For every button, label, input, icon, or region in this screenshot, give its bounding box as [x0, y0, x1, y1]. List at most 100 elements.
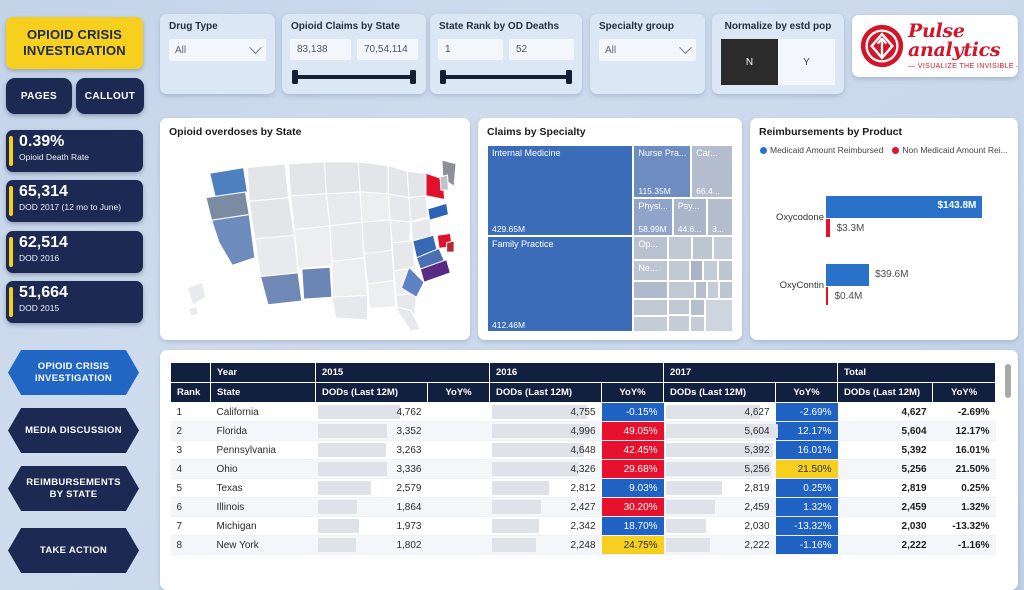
treemap-cell[interactable]: Car...66.4... — [691, 145, 733, 198]
table-vertical-scrollbar[interactable] — [1005, 364, 1011, 398]
table-row[interactable]: 1California4,7624,755-0.15%4,627-2.69%4,… — [171, 403, 996, 422]
table-row[interactable]: 2Florida3,3524,99649.05%5,60412.17%5,604… — [171, 422, 996, 441]
column-header-rank[interactable]: Rank — [171, 383, 211, 403]
cell-yoy-2015 — [428, 479, 490, 498]
rank-min-input[interactable]: 1 — [438, 39, 503, 60]
data-bar — [492, 481, 549, 495]
us-choropleth-map[interactable] — [174, 144, 456, 334]
column-header-yoy-2015[interactable]: YoY% — [428, 383, 490, 403]
column-header-state[interactable]: State — [211, 383, 316, 403]
table-row[interactable]: 3Pennsylvania3,2634,64842.45%5,39216.01%… — [171, 441, 996, 460]
bar-medicaid[interactable] — [826, 264, 869, 286]
cell-yoy-total: 0.25% — [933, 479, 996, 498]
bar-category-label: OxyContin — [760, 280, 824, 291]
column-header-dods-2015[interactable]: DODs (Last 12M) — [316, 383, 428, 403]
cell-rank: 7 — [171, 517, 211, 536]
treemap-cell[interactable] — [668, 260, 690, 281]
column-header-dods-2016[interactable]: DODs (Last 12M) — [490, 383, 602, 403]
treemap-cell[interactable] — [633, 299, 667, 316]
bar-non-medicaid[interactable] — [826, 219, 830, 237]
claims-min-input[interactable]: 83,138 — [290, 39, 351, 60]
treemap-cell[interactable]: Physi...58.99M — [633, 198, 672, 235]
group-header-2017: 2017 — [664, 363, 838, 383]
table-row[interactable]: 7Michigan1,9732,34218.70%2,030-13.32%2,0… — [171, 517, 996, 536]
claims-by-specialty-treemap[interactable]: Internal Medicine429.65MFamily Practice4… — [487, 145, 733, 332]
page-nav-take-action[interactable]: TAKE ACTION — [8, 528, 139, 573]
bar-medicaid[interactable]: $143.8M — [826, 196, 982, 218]
filter-label: Normalize by estd pop — [712, 14, 844, 32]
claims-range-slider[interactable] — [292, 70, 416, 84]
slider-handle-min[interactable] — [292, 70, 298, 84]
treemap-cell[interactable] — [633, 316, 667, 332]
cell-dods-2015: 1,864 — [316, 498, 428, 517]
table-row[interactable]: 6Illinois1,8642,42730.20%2,4591.32%2,459… — [171, 498, 996, 517]
column-header-yoy-2016[interactable]: YoY% — [602, 383, 664, 403]
treemap-cell[interactable]: Nurse Pra...115.35M — [633, 145, 691, 198]
treemap-cell[interactable] — [690, 316, 705, 332]
cell-yoy-total: -13.32% — [933, 517, 996, 536]
callout-button[interactable]: CALLOUT — [76, 78, 144, 114]
table-row[interactable]: 8New York1,8022,24824.75%2,222-1.16%2,22… — [171, 536, 996, 555]
legend-item-medicaid[interactable]: Medicaid Amount Reimbursed — [760, 145, 883, 155]
treemap-cell[interactable]: Ne... — [633, 260, 667, 281]
drug-type-select[interactable]: All — [169, 39, 266, 61]
cell-yoy-2015 — [428, 403, 490, 422]
column-header-dods-2017[interactable]: DODs (Last 12M) — [664, 383, 776, 403]
treemap-cell[interactable]: Family Practice412.46M — [487, 236, 633, 332]
legend-item-non-medicaid[interactable]: Non Medicaid Amount Rei... — [892, 145, 1007, 155]
treemap-cell[interactable] — [690, 260, 704, 281]
cell-dods-total: 4,627 — [838, 403, 933, 422]
kpi-label: DOD 2017 (12 mo to June) — [19, 202, 137, 212]
cell-value: 2,342 — [570, 521, 595, 532]
cell-rank: 1 — [171, 403, 211, 422]
state-dod-matrix[interactable]: Year 2015 2016 2017 Total Rank State DOD… — [170, 362, 995, 555]
specialty-group-select[interactable]: All — [599, 39, 696, 61]
normalize-option-n[interactable]: N — [721, 39, 778, 85]
treemap-cell[interactable] — [692, 236, 713, 260]
table-row[interactable]: 5Texas2,5792,8129.03%2,8190.25%2,8190.25… — [171, 479, 996, 498]
treemap-cell[interactable] — [705, 299, 733, 332]
page-nav-reimbursements-by-state[interactable]: REIMBURSEMENTS BY STATE — [8, 466, 139, 511]
cell-dods-2016: 2,427 — [490, 498, 602, 517]
filter-specialty-group: Specialty group All — [590, 14, 705, 94]
table-row[interactable]: 4Ohio3,3364,32629.68%5,25621.50%5,25621.… — [171, 460, 996, 479]
treemap-cell[interactable]: 3... — [707, 198, 733, 235]
treemap-cell[interactable] — [668, 315, 690, 332]
treemap-cell[interactable]: Internal Medicine429.65M — [487, 145, 633, 236]
pages-button[interactable]: PAGES — [6, 78, 72, 114]
column-header-dods-total[interactable]: DODs (Last 12M) — [838, 383, 933, 403]
claims-max-input[interactable]: 70,54,114 — [357, 39, 418, 60]
rank-max-input[interactable]: 52 — [509, 39, 574, 60]
treemap-cell[interactable] — [668, 281, 695, 300]
rank-range-slider[interactable] — [440, 70, 572, 84]
data-bar — [318, 443, 386, 457]
slider-handle-min[interactable] — [440, 70, 446, 84]
treemap-cell[interactable] — [718, 260, 733, 281]
treemap-cell[interactable] — [707, 281, 719, 300]
treemap-cell-value: 429.65M — [492, 224, 525, 234]
page-nav-media-discussion[interactable]: MEDIA DISCUSSION — [8, 408, 139, 453]
column-header-yoy-total[interactable]: YoY% — [933, 383, 996, 403]
cell-dods-total: 5,392 — [838, 441, 933, 460]
column-header-yoy-2017[interactable]: YoY% — [776, 383, 838, 403]
bar-non-medicaid[interactable] — [826, 287, 828, 305]
slider-handle-max[interactable] — [566, 70, 572, 84]
treemap-cell[interactable] — [668, 299, 690, 315]
page-nav-opioid-crisis-investigation[interactable]: OPIOID CRISIS INVESTIGATION — [8, 350, 139, 395]
treemap-cell[interactable] — [719, 281, 733, 300]
treemap-cell[interactable] — [633, 281, 667, 300]
data-bar — [492, 500, 541, 514]
cell-yoy-2017: 16.01% — [776, 441, 838, 460]
treemap-cell[interactable] — [713, 236, 733, 260]
treemap-cell[interactable]: Psy...44.6... — [673, 198, 707, 235]
treemap-cell[interactable] — [668, 236, 693, 260]
treemap-cell[interactable] — [690, 299, 705, 316]
cell-yoy-2017: -1.16% — [776, 536, 838, 555]
treemap-cell-label: Op... — [638, 239, 658, 249]
group-header-2015: 2015 — [316, 363, 490, 383]
normalize-option-y[interactable]: Y — [778, 39, 835, 85]
treemap-cell[interactable]: Op... — [633, 236, 667, 260]
slider-handle-max[interactable] — [410, 70, 416, 84]
treemap-cell[interactable] — [695, 281, 707, 300]
treemap-cell[interactable] — [703, 260, 718, 281]
